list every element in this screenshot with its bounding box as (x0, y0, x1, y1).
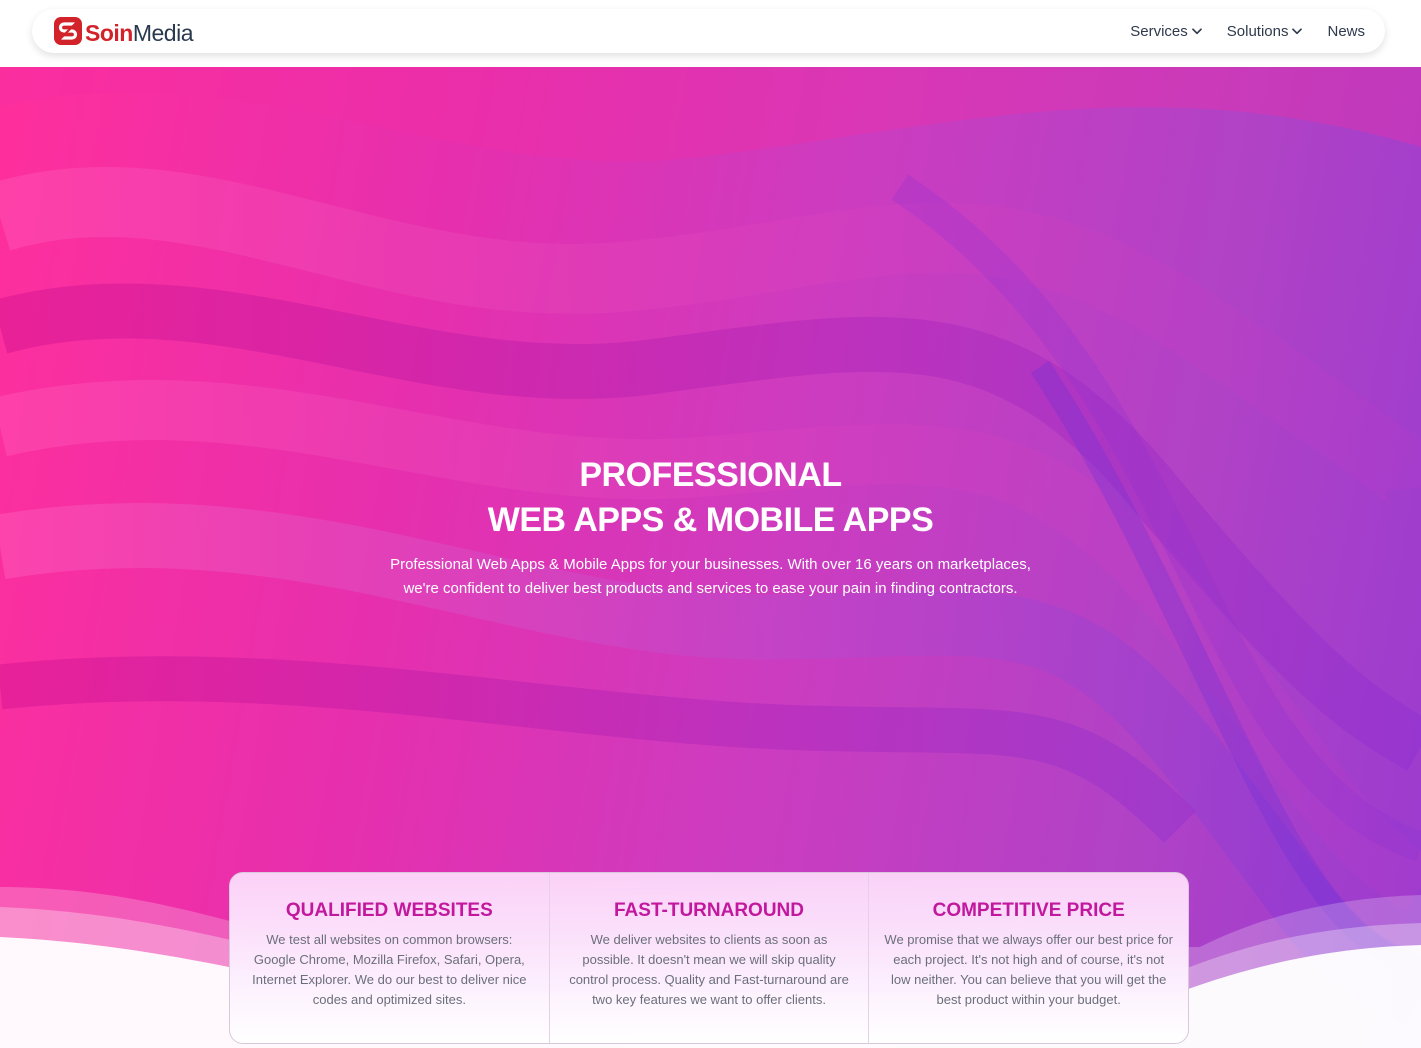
nav-item-services-label: Services (1130, 22, 1188, 40)
nav-item-solutions[interactable]: Solutions (1227, 23, 1303, 40)
feature-competitive-price: COMPETITIVE PRICE We promise that we alw… (868, 873, 1188, 1043)
main-nav: Services Solutions News (1105, 9, 1365, 53)
logo-text: SoinMedia (85, 18, 194, 48)
logo-mark-icon (54, 17, 82, 45)
feature-qualified-websites: QUALIFIED WEBSITES We test all websites … (230, 873, 549, 1043)
hero-title-line1: PROFESSIONAL (579, 456, 842, 494)
features-card: QUALIFIED WEBSITES We test all websites … (229, 872, 1189, 1044)
logo[interactable]: SoinMedia (54, 16, 194, 48)
hero-title: PROFESSIONAL WEB APPS & MOBILE APPS (0, 453, 1421, 543)
chevron-down-icon (1191, 28, 1202, 35)
nav-item-news-label: News (1327, 22, 1365, 40)
hero-title-line2: WEB APPS & MOBILE APPS (487, 501, 934, 539)
feature-title: QUALIFIED WEBSITES (285, 900, 493, 921)
feature-title: FAST-TURNAROUND (614, 900, 804, 921)
feature-title: COMPETITIVE PRICE (932, 900, 1125, 921)
logo-text-media: Media (132, 20, 194, 46)
feature-text: We promise that we always offer our best… (884, 932, 1173, 1007)
chevron-down-icon (1292, 28, 1303, 35)
hero-subtitle-line1: Professional Web Apps & Mobile Apps for … (390, 556, 1031, 573)
feature-fast-turnaround: FAST-TURNAROUND We deliver websites to c… (548, 873, 869, 1043)
logo-text-soin: Soin (85, 20, 133, 46)
feature-text: We test all websites on common browsers:… (252, 932, 527, 1007)
feature-text: We deliver websites to clients as soon a… (569, 932, 849, 1007)
nav-item-services[interactable]: Services (1130, 23, 1202, 40)
nav-item-solutions-label: Solutions (1226, 22, 1289, 40)
hero-subtitle-line2: we're confident to deliver best products… (403, 580, 1018, 597)
nav-item-news[interactable]: News (1327, 23, 1365, 40)
navbar: SoinMedia Services Solutions News (32, 9, 1385, 53)
hero-subtitle: Professional Web Apps & Mobile Apps for … (360, 553, 1061, 601)
